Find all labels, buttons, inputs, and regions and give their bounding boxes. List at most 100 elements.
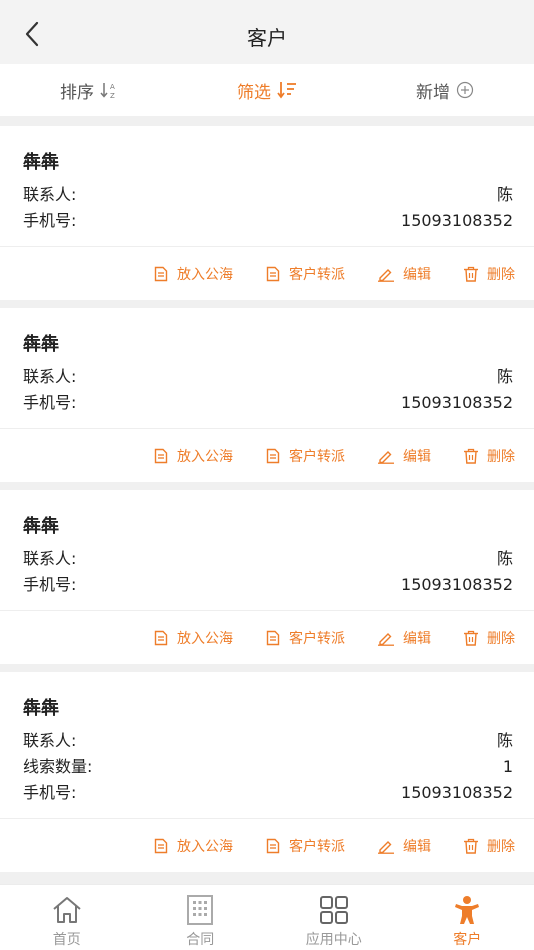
sort-button[interactable]: 排序 A Z <box>0 78 178 103</box>
contact-label: 联系人: <box>23 731 77 750</box>
contact-label: 联系人: <box>23 549 77 568</box>
delete-button[interactable]: 删除 <box>463 446 515 466</box>
trash-icon <box>464 448 478 464</box>
delete-label: 删除 <box>487 266 515 283</box>
transfer-customer-button[interactable]: 客户转派 <box>265 836 345 856</box>
document-icon <box>266 838 280 853</box>
tab-contract[interactable]: 合同 <box>134 885 268 950</box>
edit-button[interactable]: 编辑 <box>377 628 431 648</box>
contact-value: 陈 <box>496 185 513 204</box>
document-icon <box>154 838 168 853</box>
transfer-customer-label: 客户转派 <box>289 838 345 855</box>
sort-az-icon: A Z <box>100 83 115 99</box>
phone-value: 15093108352 <box>401 783 513 802</box>
list-toolbar: 排序 A Z 筛选 新增 <box>0 64 534 116</box>
filter-button[interactable]: 筛选 <box>178 78 356 103</box>
customer-card[interactable]: 犇犇联系人: 陈手机号: 15093108352 放入公海 客户转派 编辑 删除 <box>0 126 534 300</box>
trash-icon <box>464 838 478 854</box>
document-icon <box>154 630 168 645</box>
tab-customer[interactable]: 客户 <box>401 885 534 950</box>
customer-name: 犇犇 <box>23 334 59 355</box>
customer-card[interactable]: 犇犇联系人: 陈线索数量: 1 手机号: 15093108352 放入公海 客户转派 编辑 删除 <box>0 672 534 872</box>
customer-list: 犇犇 联系人: 陈手机号: 15093108352 放入公海 客户转派 编辑 删除 犇犇 联系人:… <box>0 126 534 880</box>
contact-row: 联系人: 陈 <box>23 182 513 208</box>
leads-label: 线索数量: <box>23 757 93 776</box>
building-icon <box>187 895 214 925</box>
tab-apps-label: 应用中心 <box>305 932 362 948</box>
move-to-public-pool-button[interactable]: 放入公海 <box>153 264 233 284</box>
phone-label: 手机号: <box>23 783 77 802</box>
delete-button[interactable]: 删除 <box>463 836 515 856</box>
leads-row: 线索数量: 1 <box>23 754 513 780</box>
delete-button[interactable]: 删除 <box>463 264 515 284</box>
contact-label: 联系人: <box>23 185 77 204</box>
transfer-customer-label: 客户转派 <box>289 448 345 465</box>
card-actions: 放入公海 客户转派 编辑 删除 <box>0 428 534 482</box>
tab-home[interactable]: 首页 <box>0 885 134 950</box>
phone-value: 15093108352 <box>401 393 513 412</box>
edit-button[interactable]: 编辑 <box>377 446 431 466</box>
phone-value: 15093108352 <box>401 211 513 230</box>
contact-row: 联系人: 陈 <box>23 364 513 390</box>
phone-row: 手机号: 15093108352 <box>23 390 513 416</box>
plus-circle-icon <box>456 81 474 99</box>
pencil-icon <box>378 450 394 464</box>
document-icon <box>266 630 280 645</box>
customer-card[interactable]: 犇犇联系人: 陈手机号: 15093108352 放入公海 客户转派 编辑 删除 <box>0 308 534 482</box>
contact-row: 联系人: 陈 <box>23 546 513 572</box>
add-label: 新增 <box>416 82 450 103</box>
move-to-public-pool-label: 放入公海 <box>177 266 233 283</box>
edit-button[interactable]: 编辑 <box>377 264 431 284</box>
add-button[interactable]: 新增 <box>356 78 534 103</box>
transfer-customer-label: 客户转派 <box>289 266 345 283</box>
apps-grid-icon <box>319 896 348 924</box>
document-icon <box>266 266 280 281</box>
contact-value: 陈 <box>496 731 513 750</box>
delete-label: 删除 <box>487 448 515 465</box>
move-to-public-pool-button[interactable]: 放入公海 <box>153 836 233 856</box>
move-to-public-pool-button[interactable]: 放入公海 <box>153 446 233 466</box>
sort-label: 排序 <box>60 82 94 103</box>
phone-row: 手机号: 15093108352 <box>23 572 513 598</box>
phone-row: 手机号: 15093108352 <box>23 780 513 806</box>
tab-apps[interactable]: 应用中心 <box>267 885 401 950</box>
trash-icon <box>464 266 478 282</box>
edit-label: 编辑 <box>403 838 431 855</box>
pencil-icon <box>378 632 394 646</box>
delete-label: 删除 <box>487 838 515 855</box>
trash-icon <box>464 630 478 646</box>
tab-contract-label: 合同 <box>186 932 215 948</box>
phone-label: 手机号: <box>23 575 77 594</box>
navigation-bar: 客户 <box>0 0 534 64</box>
phone-row: 手机号: 15093108352 <box>23 208 513 234</box>
person-icon <box>455 896 480 924</box>
delete-label: 删除 <box>487 630 515 647</box>
customer-name: 犇犇 <box>23 152 59 173</box>
pencil-icon <box>378 268 394 282</box>
leads-value: 1 <box>502 757 513 776</box>
customer-card[interactable]: 犇犇 联系人: 陈手机号: 15093108352 放入公海 客户转派 编辑 删除 <box>0 490 534 664</box>
move-to-public-pool-label: 放入公海 <box>177 838 233 855</box>
contact-row: 联系人: 陈 <box>23 728 513 754</box>
edit-button[interactable]: 编辑 <box>377 836 431 856</box>
transfer-customer-button[interactable]: 客户转派 <box>265 264 345 284</box>
delete-button[interactable]: 删除 <box>463 628 515 648</box>
document-icon <box>154 448 168 463</box>
customer-info: 犇犇 联系人: 陈手机号: 15093108352 <box>0 490 534 610</box>
pencil-icon <box>378 840 394 854</box>
transfer-customer-button[interactable]: 客户转派 <box>265 446 345 466</box>
home-icon <box>53 897 81 923</box>
move-to-public-pool-button[interactable]: 放入公海 <box>153 628 233 648</box>
tab-home-label: 首页 <box>52 932 81 948</box>
svg-text:A: A <box>110 83 115 91</box>
customer-info: 犇犇联系人: 陈手机号: 15093108352 <box>0 126 534 246</box>
edit-label: 编辑 <box>403 266 431 283</box>
edit-label: 编辑 <box>403 448 431 465</box>
tab-bar: 首页 合同 应用中心 客户 <box>0 884 534 950</box>
phone-value: 15093108352 <box>401 575 513 594</box>
contact-value: 陈 <box>496 549 513 568</box>
customer-info: 犇犇联系人: 陈手机号: 15093108352 <box>0 308 534 428</box>
document-icon <box>266 448 280 463</box>
customer-name: 犇犇 <box>23 698 59 719</box>
transfer-customer-button[interactable]: 客户转派 <box>265 628 345 648</box>
